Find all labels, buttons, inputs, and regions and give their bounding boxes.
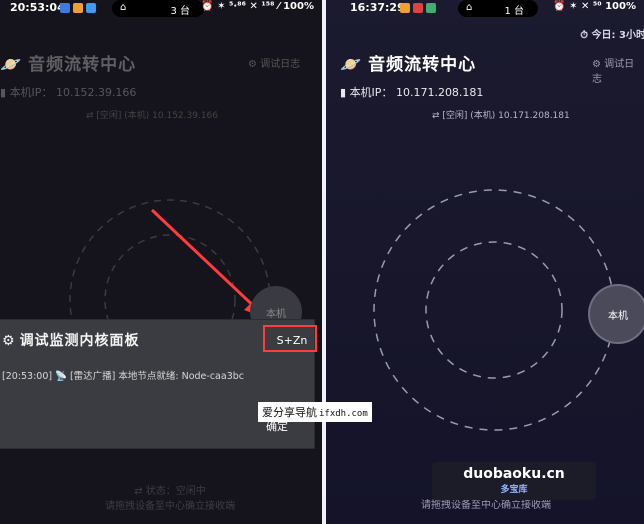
log-line: [20:53:00] 📡 [雷达广播] 本地节点就绪: Node-caa3bc [2, 371, 244, 382]
left-phone-screen: 20:53:04 ⌂ 3 台 ⏰ ✶ ⁵·⁸⁶ ✕ ¹⁵⁸ ⁄ 100% 🪐 音频… [0, 0, 322, 524]
mode-line: ⇄ [空闲] (本机) 10.152.39.166 [86, 111, 219, 121]
ip-line: ▮ 本机IP： 10.171.208.181 [340, 86, 484, 99]
debug-log-button[interactable]: ⚙ 调试日志 [248, 55, 300, 70]
cast-icon: ⌂ [120, 2, 127, 13]
page-title: 🪐 音频流转中心 [0, 55, 137, 75]
planet-icon: 🪐 [340, 55, 363, 75]
status-bar: 20:53:04 ⌂ 3 台 ⏰ ✶ ⁵·⁸⁶ ✕ ¹⁵⁸ ⁄ 100% [0, 0, 322, 18]
gear-icon: ⚙ [248, 59, 257, 70]
status-pill: ⌂ 1 台 [458, 0, 538, 17]
device-count: 1 台 [504, 6, 524, 17]
ip-value: 10.152.39.166 [55, 86, 137, 99]
mode-line: ⇄ [空闲] (本机) 10.171.208.181 [432, 111, 570, 121]
status-app-icons [400, 3, 436, 13]
status-line: ⇄ 状态：空闲中 [134, 486, 206, 497]
gear-icon: ⚙ [2, 333, 16, 349]
status-app-icons [60, 3, 96, 13]
hint-line: 请拖拽设备至中心确立接收端 [105, 501, 235, 512]
watermark-ifxdh: 爱分享导航 ifxdh.com [258, 402, 372, 422]
panel-title: ⚙ 调试监测内核面板 [2, 333, 140, 349]
status-indicators: ⏰ ✶ ✕ ⁵⁰ 100% [553, 1, 636, 12]
phone-icon: ▮ [0, 86, 7, 99]
today-usage: ⏱ 今日: 3小时 [580, 30, 644, 41]
status-bar: 16:37:29 ⌂ 1 台 ⏰ ✶ ✕ ⁵⁰ 100% [326, 0, 644, 18]
status-indicators: ⏰ ✶ ⁵·⁸⁶ ✕ ¹⁵⁸ ⁄ 100% [201, 1, 314, 12]
phone-icon: ▮ [340, 86, 347, 99]
status-time: 16:37:29 [350, 1, 405, 14]
ip-value: 10.171.208.181 [395, 86, 484, 99]
cast-icon: ⌂ [466, 2, 473, 13]
page-title: 🪐 音频流转中心 [340, 55, 477, 75]
device-count: 3 台 [170, 6, 190, 17]
right-phone-screen: 16:37:29 ⌂ 1 台 ⏰ ✶ ✕ ⁵⁰ 100% ⏱ 今日: 3小时 🪐… [326, 0, 644, 524]
status-pill: ⌂ 3 台 [112, 0, 204, 17]
debug-log-button[interactable]: ⚙ 调试日志 [592, 55, 644, 85]
bottom-status: ⇄ 状态：空闲中 请拖拽设备至中心确立接收端 [70, 482, 270, 512]
gear-icon: ⚙ [592, 59, 601, 70]
highlight-box [263, 325, 317, 352]
local-node[interactable]: 本机 [590, 286, 644, 342]
status-time: 20:53:04 [10, 1, 65, 14]
planet-icon: 🪐 [0, 55, 23, 75]
ip-line: ▮ 本机IP： 10.152.39.166 [0, 86, 137, 99]
watermark-duobaoku: duobaoku.cn 多宝库 [432, 462, 596, 500]
